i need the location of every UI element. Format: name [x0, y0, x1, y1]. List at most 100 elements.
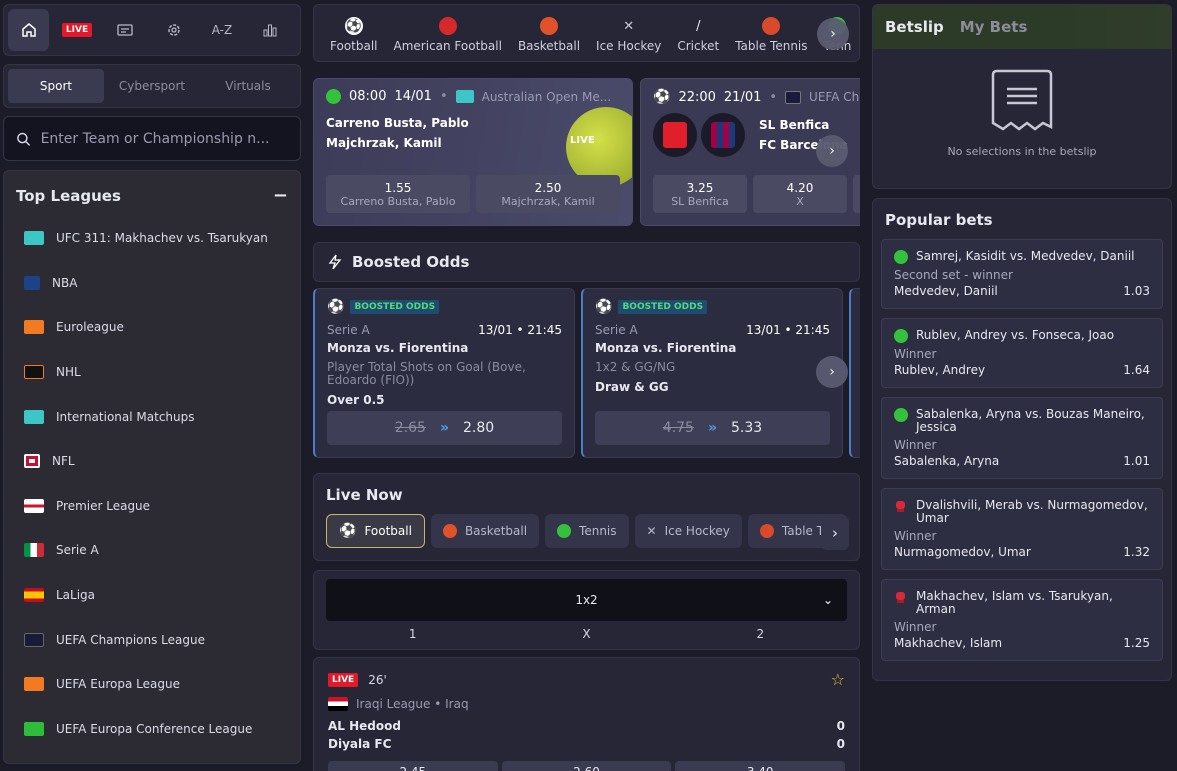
team-1: AL Hedood	[328, 719, 401, 733]
odd-button[interactable]: 2.50 Majchrzak, Kamil	[476, 175, 620, 213]
paddle-icon	[759, 524, 774, 538]
event-name: Samrej, Kasidit vs. Medvedev, Daniil	[916, 249, 1135, 263]
event-name: Makhachev, Islam vs. Tsarukyan, Arman	[916, 589, 1113, 616]
tickets-button[interactable]	[105, 9, 146, 51]
tab-cybersport[interactable]: Cybersport	[104, 69, 200, 103]
live-match-card[interactable]: LIVE 26' ☆ Iraqi League • Iraq AL Hedood…	[313, 657, 860, 771]
stats-button[interactable]	[250, 9, 291, 51]
settings-button[interactable]	[153, 9, 194, 51]
popular-bet[interactable]: Samrej, Kasidit vs. Medvedev, Daniil Sec…	[881, 239, 1163, 309]
featured-carousel: 08:00 14/01 • Australian Open Me... Carreno…	[313, 78, 860, 226]
league-item[interactable]: UEFA Champions League	[4, 617, 300, 662]
live-now-panel: Live Now ⚽ Football Basketball Tennis ✕ Ic…	[313, 473, 860, 561]
chip-ice-hockey[interactable]: ✕ Ice Hockey	[634, 514, 742, 548]
football-icon: ⚽	[653, 89, 671, 105]
score-1: 0	[836, 719, 845, 733]
ticket-icon	[117, 24, 133, 36]
boosted-next-button[interactable]: ›	[816, 356, 848, 388]
market-col-2: 2	[756, 627, 765, 641]
league-item[interactable]: UEFA Europa League	[4, 662, 300, 707]
boosted-odd-button[interactable]: 2.65 » 2.80	[327, 411, 562, 445]
live-badge: LIVE	[61, 23, 93, 37]
live-button[interactable]: LIVE	[56, 9, 97, 51]
popular-bet[interactable]: Dvalishvili, Merab vs. Nurmagomedov, Uma…	[881, 488, 1163, 570]
search-box	[3, 116, 301, 161]
sport-label: Ice Hockey	[596, 39, 662, 53]
star-icon[interactable]: ☆	[831, 670, 845, 689]
sport-football[interactable]: ⚽ Football	[322, 17, 386, 53]
score-2: 0	[836, 737, 845, 751]
sport-label: American Football	[393, 39, 502, 53]
boosted-card[interactable]: ⚽ BOOSTED ODDS Serie A 13/01 • 21:45 Monza…	[313, 288, 575, 458]
league-item[interactable]: UFC 311: Makhachev vs. Tsarukyan	[4, 216, 300, 261]
collapse-icon[interactable]: −	[273, 185, 288, 206]
league-name: International Matchups	[56, 409, 195, 424]
home-button[interactable]	[8, 9, 50, 51]
boosted-odd-button[interactable]: 4.75 » 5.33	[595, 411, 830, 445]
sport-label: Cricket	[677, 39, 720, 53]
chip-tennis[interactable]: Tennis	[545, 514, 629, 548]
odd-button[interactable]: 2.60	[501, 761, 672, 771]
odd-value: 1.01	[1123, 454, 1150, 468]
market-name: Second set - winner	[894, 268, 1013, 282]
sport-basketball[interactable]: Basketball	[510, 17, 588, 53]
top-leagues-title: Top Leagues	[16, 186, 121, 205]
tab-my-bets[interactable]: My Bets	[960, 18, 1028, 36]
live-now-title: Live Now	[326, 486, 403, 504]
odd-value: 1.25	[1123, 636, 1150, 650]
sports-next-button[interactable]: ›	[817, 18, 849, 50]
sport-ice-hockey[interactable]: ✕ Ice Hockey	[588, 17, 669, 54]
chips-next-button[interactable]: ›	[821, 516, 849, 550]
az-button[interactable]: A-Z	[201, 9, 242, 51]
league-item[interactable]: LaLiga	[4, 573, 300, 618]
league-item[interactable]: NFL	[4, 439, 300, 484]
sport-table-tennis[interactable]: Table Tennis	[727, 17, 815, 53]
chevron-right-icon: ›	[830, 26, 836, 42]
odd-button[interactable]: 4.20 X	[753, 175, 847, 213]
popular-bet[interactable]: Sabalenka, Aryna vs. Bouzas Maneiro, Jes…	[881, 397, 1163, 479]
league-item[interactable]: UEFA Europa Conference League	[4, 707, 300, 752]
chevron-right-icon: ›	[832, 524, 838, 542]
odd-button[interactable]: 1.55 Carreno Busta, Pablo	[326, 175, 470, 213]
league-item[interactable]: International Matchups	[4, 394, 300, 439]
popular-bet[interactable]: Rublev, Andrey vs. Fonseca, Joao Winner …	[881, 318, 1163, 388]
tab-sport[interactable]: Sport	[8, 69, 104, 103]
receipt-icon	[991, 69, 1053, 131]
competition-name: Australian Open Me...	[481, 89, 612, 104]
featured-card[interactable]: 08:00 14/01 • Australian Open Me... Carreno…	[313, 78, 633, 226]
chip-football[interactable]: ⚽ Football	[326, 514, 425, 548]
match-date: 21/01	[723, 89, 762, 105]
basketball-icon	[539, 17, 558, 35]
popular-bet[interactable]: Makhachev, Islam vs. Tsarukyan, Arman Wi…	[881, 579, 1163, 661]
league-item[interactable]: Serie A	[4, 528, 300, 573]
old-odd: 2.65	[394, 420, 426, 436]
league-item[interactable]: NBA	[4, 261, 300, 306]
boxing-glove-icon	[896, 592, 905, 603]
tab-betslip[interactable]: Betslip	[885, 18, 944, 36]
boosted-card[interactable]: ⚽ BOOSTED ODDS Serie A 13/01 • 21:45 Monza…	[581, 288, 843, 458]
paddle-icon	[762, 17, 781, 35]
odd-button[interactable]: 3.25 SL Benfica	[653, 175, 747, 213]
gear-icon	[167, 24, 180, 36]
nfl-flag-icon	[24, 454, 40, 469]
league-item[interactable]: Euroleague	[4, 305, 300, 350]
odd-button[interactable]: 3.40	[675, 761, 846, 771]
chevron-right-icon: ›	[829, 364, 835, 380]
football-icon: ⚽	[327, 299, 345, 315]
sport-cricket[interactable]: / Cricket	[669, 17, 727, 54]
tab-virtuals[interactable]: Virtuals	[200, 69, 296, 103]
featured-next-button[interactable]: ›	[816, 135, 848, 167]
az-label: A-Z	[211, 23, 233, 37]
search-input[interactable]	[40, 130, 288, 147]
market-name: Winner	[894, 438, 937, 452]
odd-button[interactable]: 2.45	[328, 761, 498, 771]
odd-button[interactable]	[853, 175, 860, 213]
odd-label: Carreno Busta, Pablo	[340, 194, 456, 208]
league-item[interactable]: NHL	[4, 350, 300, 395]
market-dropdown[interactable]: 1x2 ⌄	[326, 579, 847, 621]
league-item[interactable]: Premier League	[4, 484, 300, 529]
chip-basketball[interactable]: Basketball	[430, 514, 540, 548]
match-name: Monza vs. Fiorentina	[327, 341, 469, 355]
boosted-card[interactable]	[849, 288, 860, 458]
sport-american-football[interactable]: American Football	[386, 17, 510, 53]
